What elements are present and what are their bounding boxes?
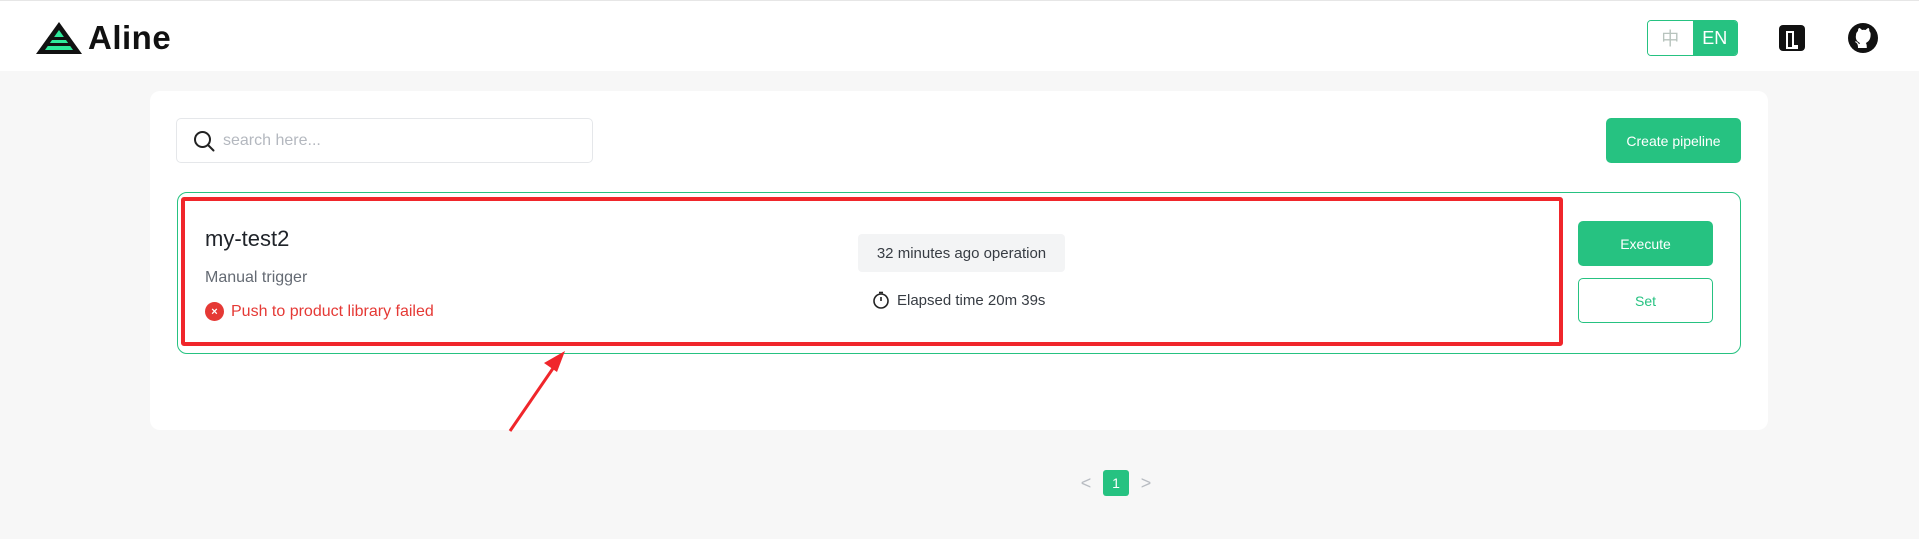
logo-icon	[36, 22, 82, 54]
execute-button[interactable]: Execute	[1578, 221, 1713, 266]
set-button[interactable]: Set	[1578, 278, 1713, 323]
language-toggle[interactable]: 中 EN	[1647, 20, 1738, 56]
prev-page-button[interactable]: <	[1075, 473, 1097, 494]
pipeline-card[interactable]: my-test2 Manual trigger × Push to produc…	[177, 192, 1741, 354]
pipeline-trigger: Manual trigger	[205, 269, 308, 286]
page-number[interactable]: 1	[1103, 470, 1129, 496]
lang-option-en[interactable]: EN	[1692, 21, 1737, 55]
pipeline-status-text: Push to product library failed	[231, 302, 434, 320]
github-icon[interactable]	[1847, 22, 1879, 54]
elapsed-time: Elapsed time 20m 39s	[871, 290, 1045, 310]
top-header: Aline 中 EN	[0, 0, 1919, 71]
elapsed-time-text: Elapsed time 20m 39s	[897, 291, 1046, 309]
lang-option-zh[interactable]: 中	[1648, 21, 1693, 55]
next-page-button[interactable]: >	[1135, 473, 1157, 494]
pagination: < 1 >	[1075, 470, 1157, 496]
app-name: Aline	[88, 19, 172, 56]
error-icon: ×	[205, 302, 224, 321]
notion-icon[interactable]	[1776, 22, 1808, 54]
search-input[interactable]	[223, 131, 583, 150]
pipeline-name[interactable]: my-test2	[205, 226, 289, 252]
pipeline-status: × Push to product library failed	[205, 302, 434, 321]
search-box[interactable]	[176, 118, 593, 163]
last-operation-badge: 32 minutes ago operation	[858, 234, 1065, 272]
create-pipeline-button[interactable]: Create pipeline	[1606, 118, 1741, 163]
stopwatch-icon	[873, 291, 889, 309]
pipeline-panel: Create pipeline my-test2 Manual trigger …	[150, 91, 1768, 496]
app-logo[interactable]: Aline	[34, 19, 171, 57]
search-icon	[194, 130, 215, 151]
